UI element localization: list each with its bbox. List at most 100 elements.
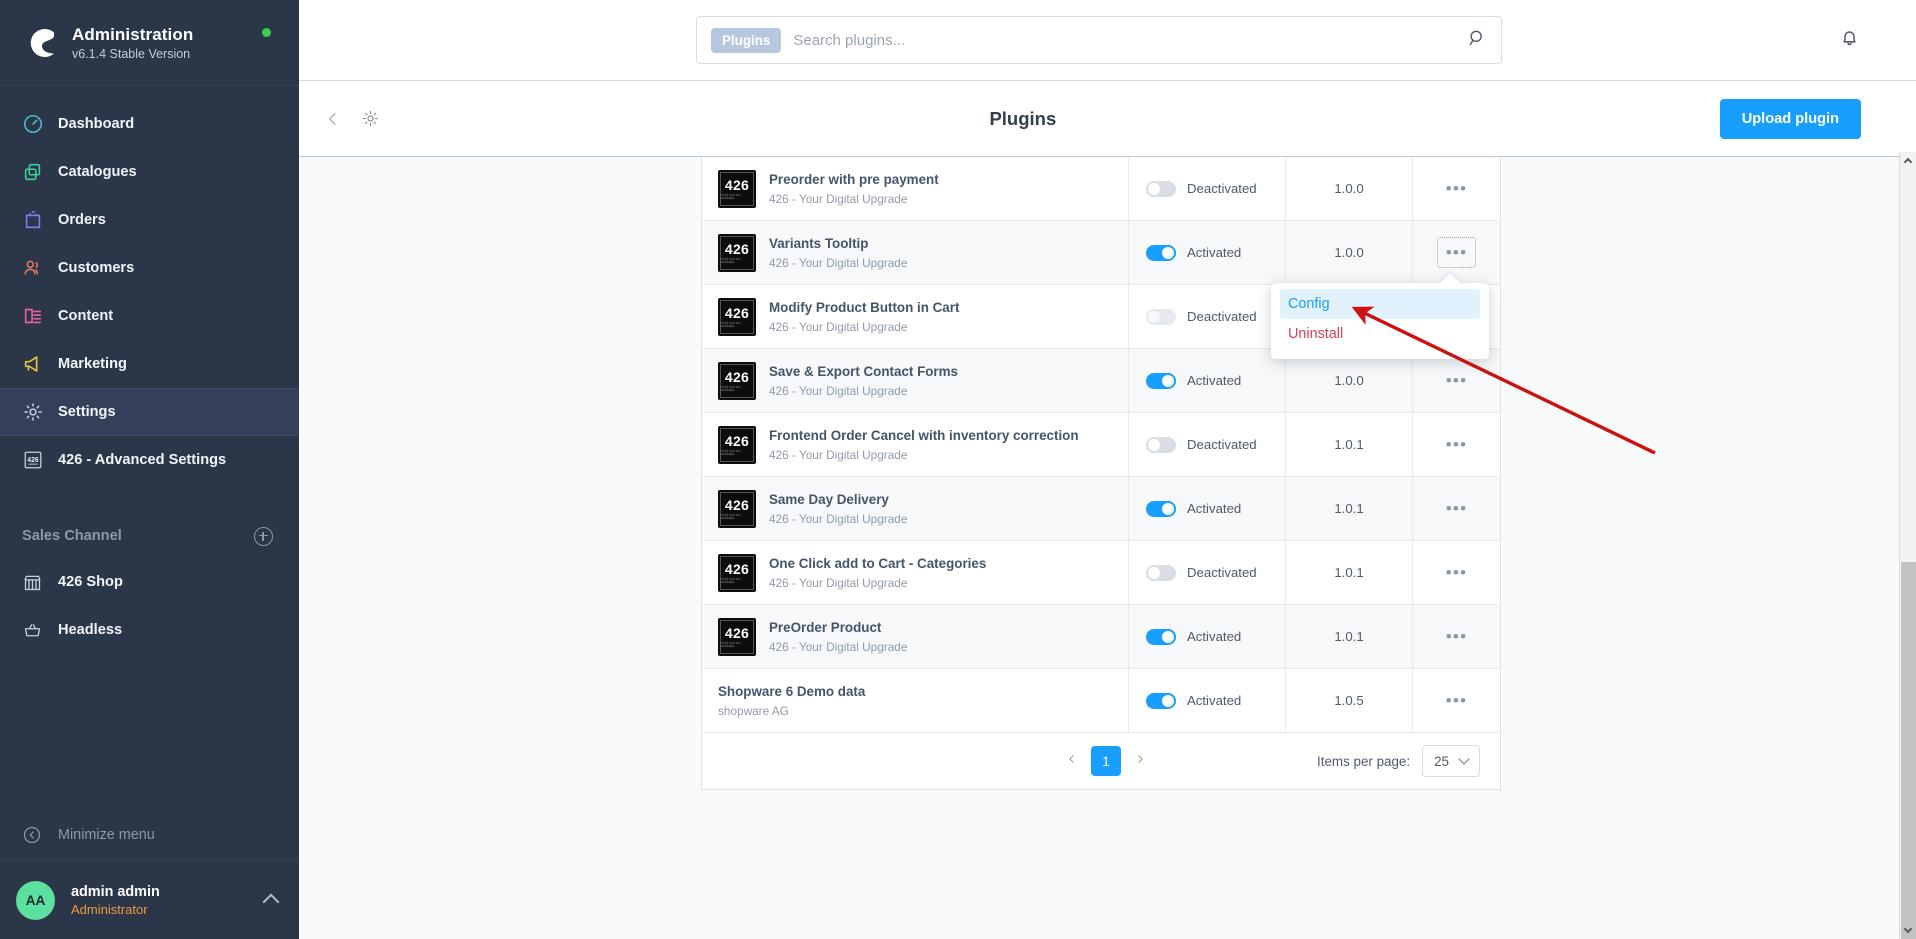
table-row[interactable]: 426 YOUR DIGITAL UPGRADE Same Day Delive… xyxy=(702,477,1500,541)
search-scope-tag[interactable]: Plugins xyxy=(711,27,782,53)
app-title: Administration xyxy=(72,24,194,44)
vertical-scrollbar[interactable] xyxy=(1899,152,1916,939)
table-row[interactable]: 426 YOUR DIGITAL UPGRADE Frontend Order … xyxy=(702,413,1500,477)
activation-toggle[interactable] xyxy=(1146,244,1176,261)
context-menu-item-uninstall[interactable]: Uninstall xyxy=(1280,319,1480,349)
plugin-logo-subtitle: YOUR DIGITAL UPGRADE xyxy=(720,577,741,584)
row-context-menu: Config Uninstall xyxy=(1271,283,1489,359)
plugin-name-cell: 426 YOUR DIGITAL UPGRADE Same Day Delive… xyxy=(702,477,1129,540)
table-row[interactable]: 426 YOUR DIGITAL UPGRADE Preorder with p… xyxy=(702,157,1500,221)
add-sales-channel-button[interactable] xyxy=(254,526,273,546)
upload-plugin-button[interactable]: Upload plugin xyxy=(1719,98,1861,139)
global-search[interactable]: Plugins xyxy=(696,16,1502,64)
prev-page-button[interactable] xyxy=(1059,748,1085,775)
scroll-down-button[interactable] xyxy=(1900,922,1916,939)
plugin-logo-icon: 426 YOUR DIGITAL UPGRADE xyxy=(718,169,756,208)
sidebar-item-label: Headless xyxy=(58,622,123,638)
plugin-author: 426 - Your Digital Upgrade xyxy=(769,639,908,654)
sidebar-item-dashboard[interactable]: Dashboard xyxy=(0,100,299,148)
activation-toggle[interactable] xyxy=(1146,564,1176,581)
page-title: Plugins xyxy=(989,107,1057,129)
scrollbar-thumb[interactable] xyxy=(1901,562,1916,939)
items-per-page-select[interactable]: 25 xyxy=(1422,745,1480,777)
plugin-logo-number: 426 xyxy=(724,176,750,193)
plugin-actions-cell: ••• xyxy=(1413,221,1500,284)
plugin-text: Preorder with pre payment 426 - Your Dig… xyxy=(769,171,939,205)
sidebar-item-settings[interactable]: Settings xyxy=(0,388,299,436)
plugin-logo-number: 426 xyxy=(724,560,750,577)
sidebar-item-marketing[interactable]: Marketing xyxy=(0,340,299,388)
plugin-text: Variants Tooltip 426 - Your Digital Upgr… xyxy=(769,235,907,269)
sidebar-item-orders[interactable]: Orders xyxy=(0,196,299,244)
plugin-version-cell: 1.0.5 xyxy=(1286,669,1413,732)
chevron-down-icon xyxy=(1458,753,1470,765)
activation-toggle[interactable] xyxy=(1146,372,1176,389)
row-context-menu-button[interactable]: ••• xyxy=(1438,686,1475,715)
version-label: 1.0.1 xyxy=(1334,565,1364,580)
plugin-logo-subtitle: YOUR DIGITAL UPGRADE xyxy=(720,513,741,520)
avatar: AA xyxy=(16,880,55,920)
page-header: Plugins Upload plugin xyxy=(299,81,1916,157)
app-version: v6.1.4 Stable Version xyxy=(72,46,191,61)
plugin-version-cell: 1.0.1 xyxy=(1286,413,1413,476)
plugin-name-cell: 426 YOUR DIGITAL UPGRADE Preorder with p… xyxy=(702,157,1129,220)
activation-toggle[interactable] xyxy=(1146,180,1176,197)
table-row[interactable]: Shopware 6 Demo data shopware AG Activat… xyxy=(702,669,1500,733)
version-label: 1.0.0 xyxy=(1334,373,1364,388)
activation-toggle[interactable] xyxy=(1146,628,1176,645)
plugin-list-card: 426 YOUR DIGITAL UPGRADE Preorder with p… xyxy=(701,157,1501,790)
page-number-1[interactable]: 1 xyxy=(1091,746,1121,776)
plugin-state-cell: Deactivated xyxy=(1129,541,1286,604)
sidebar-item-426-shop[interactable]: 426 Shop xyxy=(0,558,299,606)
sidebar-item-label: 426 Shop xyxy=(58,574,123,590)
sidebar-item-customers[interactable]: Customers xyxy=(0,244,299,292)
plugin-state-cell: Deactivated xyxy=(1129,285,1286,348)
sidebar-item-advanced-settings[interactable]: 426 426 - Advanced Settings xyxy=(0,436,299,484)
sidebar-item-content[interactable]: Content xyxy=(0,292,299,340)
plugin-state-cell: Activated xyxy=(1129,669,1286,732)
sidebar-header: Administration v6.1.4 Stable Version xyxy=(0,0,299,86)
content-area: 426 YOUR DIGITAL UPGRADE Preorder with p… xyxy=(299,157,1916,939)
row-context-menu-button[interactable]: ••• xyxy=(1438,430,1475,459)
row-context-menu-button[interactable]: ••• xyxy=(1436,237,1477,268)
notifications-button[interactable] xyxy=(1838,26,1861,54)
state-label: Activated xyxy=(1187,629,1242,644)
plugin-name-cell: 426 YOUR DIGITAL UPGRADE Modify Product … xyxy=(702,285,1129,348)
plugin-logo-subtitle: YOUR DIGITAL UPGRADE xyxy=(720,641,741,648)
activation-toggle[interactable] xyxy=(1146,436,1176,453)
plugin-name-cell: 426 YOUR DIGITAL UPGRADE Save & Export C… xyxy=(702,349,1129,412)
row-context-menu-button[interactable]: ••• xyxy=(1438,622,1475,651)
plugin-author: 426 - Your Digital Upgrade xyxy=(769,255,908,270)
context-menu-item-config[interactable]: Config xyxy=(1280,289,1480,319)
scroll-up-button[interactable] xyxy=(1900,152,1916,169)
table-row[interactable]: 426 YOUR DIGITAL UPGRADE PreOrder Produc… xyxy=(702,605,1500,669)
plugin-actions-cell: ••• xyxy=(1413,541,1500,604)
state-label: Activated xyxy=(1187,245,1242,260)
table-row[interactable]: 426 YOUR DIGITAL UPGRADE One Click add t… xyxy=(702,541,1500,605)
sidebar-item-label: Catalogues xyxy=(58,164,137,180)
activation-toggle[interactable] xyxy=(1146,500,1176,517)
plugin-state-cell: Activated xyxy=(1129,605,1286,668)
sidebar-item-catalogues[interactable]: Catalogues xyxy=(0,148,299,196)
version-label: 1.0.5 xyxy=(1334,693,1364,708)
plugin-logo-number: 426 xyxy=(724,304,750,321)
next-page-button[interactable] xyxy=(1127,748,1153,775)
search-icon[interactable] xyxy=(1467,28,1487,53)
activation-toggle[interactable] xyxy=(1146,308,1176,325)
search-input[interactable] xyxy=(793,31,1467,49)
activation-toggle[interactable] xyxy=(1146,692,1176,709)
sales-channel-label: Sales Channel xyxy=(22,528,122,544)
plugin-actions-cell: ••• xyxy=(1413,413,1500,476)
table-row[interactable]: 426 YOUR DIGITAL UPGRADE Variants Toolti… xyxy=(702,221,1500,285)
plugin-name: Shopware 6 Demo data xyxy=(718,684,866,700)
row-context-menu-button[interactable]: ••• xyxy=(1438,558,1475,587)
row-context-menu-button[interactable]: ••• xyxy=(1438,174,1475,203)
row-context-menu-button[interactable]: ••• xyxy=(1438,366,1475,395)
state-label: Deactivated xyxy=(1187,181,1257,196)
minimize-menu-button[interactable]: Minimize menu xyxy=(0,809,299,861)
row-context-menu-button[interactable]: ••• xyxy=(1438,494,1475,523)
plugin-text: Same Day Delivery 426 - Your Digital Upg… xyxy=(769,491,907,525)
user-menu-button[interactable]: AA admin admin Administrator xyxy=(0,861,299,939)
sidebar-item-headless[interactable]: Headless xyxy=(0,606,299,654)
plugin-text: PreOrder Product 426 - Your Digital Upgr… xyxy=(769,619,907,653)
